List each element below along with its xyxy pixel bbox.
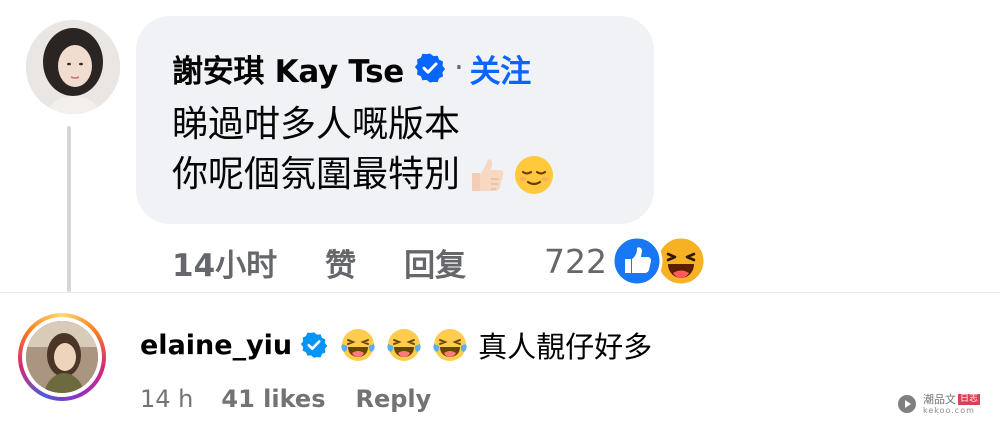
comment-line-2: 你呢個氛圍最特別: [172, 150, 642, 200]
verified-badge-icon: [414, 53, 446, 83]
comment-text: 睇過咁多人嘅版本 你呢個氛圍最特別: [172, 100, 642, 200]
like-button[interactable]: 赞: [325, 240, 356, 285]
watermark-badge: 日志: [957, 393, 980, 405]
reply-button[interactable]: 回复: [404, 240, 466, 285]
comment-line-2-text: 你呢個氛圍最特別: [172, 154, 461, 195]
ig-username[interactable]: elaine_yiu: [140, 330, 292, 361]
comment-header: 謝安琪 Kay Tse · 关注: [172, 46, 531, 90]
relieved-face-emoji-icon: [515, 156, 554, 194]
ig-likes-count[interactable]: 41 likes: [221, 385, 325, 413]
ig-reply-button[interactable]: Reply: [355, 385, 431, 413]
separator-dot: ·: [454, 50, 464, 86]
watermark: 潮品文 日志 kekoo.com: [897, 392, 980, 416]
thread-line: [67, 126, 71, 292]
comment-actions: 14小时 赞 回复: [172, 240, 514, 284]
play-logo-icon: [897, 395, 916, 413]
author-name[interactable]: 謝安琪 Kay Tse: [172, 46, 404, 91]
kay-tse-avatar[interactable]: [26, 20, 120, 114]
comment-line-1: 睇過咁多人嘅版本: [172, 100, 642, 150]
ig-comment-text: 真人靚仔好多: [340, 324, 652, 366]
elaine-yiu-avatar[interactable]: [18, 313, 106, 401]
laughing-tears-emoji-icon: [341, 329, 375, 361]
laughing-tears-emoji-icon: [387, 329, 421, 361]
verified-badge-icon: [300, 332, 328, 358]
avatar-photo: [26, 321, 98, 393]
watermark-en: kekoo.com: [922, 405, 975, 415]
facebook-comment: 謝安琪 Kay Tse · 关注 睇過咁多人嘅版本 你呢個氛圍最特別 14小时 …: [0, 0, 1000, 292]
follow-button[interactable]: 关注: [470, 46, 532, 91]
avatar-inner-ring: [22, 317, 102, 397]
like-reaction-icon: [611, 235, 663, 287]
reaction-count: 722: [544, 241, 607, 281]
laughing-tears-emoji-icon: [433, 329, 467, 361]
reaction-summary[interactable]: 722: [544, 234, 707, 288]
ig-comment-actions: 14 h 41 likes Reply: [140, 383, 431, 415]
ig-comment-message: 真人靚仔好多: [478, 330, 653, 364]
ig-timestamp[interactable]: 14 h: [140, 385, 193, 413]
comment-bubble: 謝安琪 Kay Tse · 关注 睇過咁多人嘅版本 你呢個氛圍最特別: [136, 16, 654, 224]
ig-comment-body: elaine_yiu 真人靚仔好多: [140, 323, 652, 367]
thumbs-up-emoji-icon: [472, 159, 504, 191]
comment-line-1-text: 睇過咁多人嘅版本: [172, 104, 461, 145]
watermark-cn-text: 潮品文: [922, 392, 956, 406]
watermark-cn: 潮品文 日志: [922, 392, 980, 406]
instagram-comment: elaine_yiu 真人靚仔好多 14 h 41 likes Reply: [0, 292, 1000, 436]
comment-timestamp[interactable]: 14小时: [172, 240, 277, 285]
watermark-text: 潮品文 日志 kekoo.com: [922, 392, 980, 415]
